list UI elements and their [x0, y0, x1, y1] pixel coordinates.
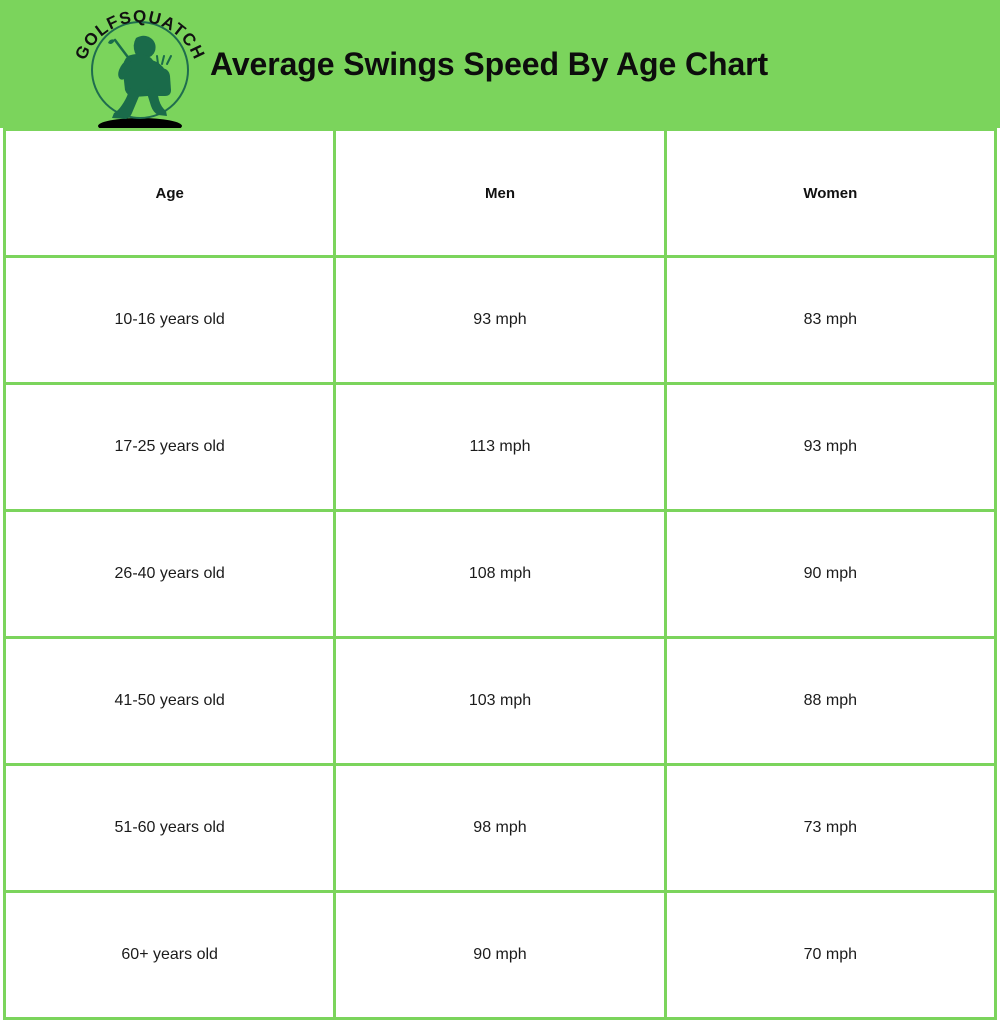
- table-row: 17-25 years old 113 mph 93 mph: [2, 382, 998, 512]
- cell-men: 103 mph: [333, 636, 667, 766]
- cell-age: 60+ years old: [2, 890, 337, 1020]
- cell-age: 41-50 years old: [2, 636, 337, 766]
- table-header-row: Age Men Women: [2, 128, 998, 258]
- table-row: 41-50 years old 103 mph 88 mph: [2, 636, 998, 766]
- swing-speed-table: Age Men Women 10-16 years old 93 mph 83 …: [2, 128, 998, 1020]
- swing-speed-chart-page: GOLFSQUATCH Average Swings Speed By Age …: [0, 0, 1000, 1020]
- swing-speed-table-wrapper: Age Men Women 10-16 years old 93 mph 83 …: [2, 128, 998, 1020]
- column-header-women: Women: [663, 128, 998, 258]
- table-row: 10-16 years old 93 mph 83 mph: [2, 255, 998, 385]
- cell-age: 26-40 years old: [2, 509, 337, 639]
- cell-age: 51-60 years old: [2, 763, 337, 893]
- cell-women: 93 mph: [663, 382, 998, 512]
- page-header: GOLFSQUATCH Average Swings Speed By Age …: [0, 0, 1000, 134]
- table-body: 10-16 years old 93 mph 83 mph 17-25 year…: [2, 255, 998, 1020]
- cell-men: 113 mph: [333, 382, 667, 512]
- cell-women: 70 mph: [663, 890, 998, 1020]
- cell-men: 98 mph: [333, 763, 667, 893]
- golfsquatch-logo: GOLFSQUATCH: [70, 2, 210, 134]
- cell-women: 88 mph: [663, 636, 998, 766]
- cell-men: 90 mph: [333, 890, 667, 1020]
- column-header-age: Age: [2, 128, 337, 258]
- cell-age: 17-25 years old: [2, 382, 337, 512]
- cell-men: 93 mph: [333, 255, 667, 385]
- table-row: 26-40 years old 108 mph 90 mph: [2, 509, 998, 639]
- table-row: 51-60 years old 98 mph 73 mph: [2, 763, 998, 893]
- table-header: Age Men Women: [2, 128, 998, 258]
- column-header-men: Men: [333, 128, 667, 258]
- page-title: Average Swings Speed By Age Chart: [210, 45, 769, 82]
- table-row: 60+ years old 90 mph 70 mph: [2, 890, 998, 1020]
- cell-women: 90 mph: [663, 509, 998, 639]
- cell-men: 108 mph: [333, 509, 667, 639]
- cell-women: 83 mph: [663, 255, 998, 385]
- cell-women: 73 mph: [663, 763, 998, 893]
- cell-age: 10-16 years old: [2, 255, 337, 385]
